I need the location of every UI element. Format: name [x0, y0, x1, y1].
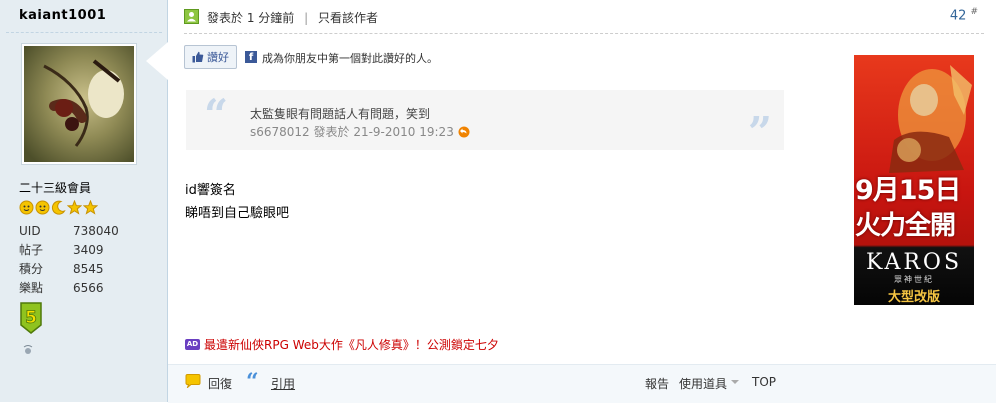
stat-value: 6566 — [73, 281, 104, 295]
author-divider — [6, 32, 162, 33]
banner-brand: KAROS — [865, 250, 963, 275]
ad-badge-icon: AD — [185, 339, 200, 350]
post-meta: 發表於 1 分鐘前 | 只看該作者 — [207, 9, 378, 26]
thumbs-up-icon — [192, 51, 204, 63]
reply-button[interactable]: 回復 — [208, 375, 232, 392]
star-icon — [67, 200, 82, 215]
author-stats: UID 738040 帖子 3409 積分 8545 樂點 6566 — [19, 222, 119, 298]
quote-icon[interactable]: “ — [246, 371, 259, 393]
post-message: id響簽名 睇唔到自己驗眼吧 — [185, 179, 289, 225]
member-rank[interactable]: 二十三級會員 — [19, 179, 91, 196]
stat-row-credits: 樂點 6566 — [19, 279, 119, 298]
stat-value[interactable]: 3409 — [73, 241, 104, 260]
stat-label: 帖子 — [19, 243, 44, 257]
ad-link[interactable]: 最遣新仙俠RPG Web大作《凡人修真》！公測鎖定七夕 — [204, 336, 499, 353]
stat-label: UID — [19, 224, 41, 238]
rank-stars — [19, 200, 98, 215]
online-status-icon — [184, 9, 199, 24]
chevron-down-icon[interactable] — [731, 380, 739, 384]
author-sidebar: kaiant1001 二十三級會員 UID 738040 帖子 3409 積分 … — [0, 0, 168, 402]
only-author-link[interactable]: 只看該作者 — [318, 11, 378, 25]
author-name[interactable]: kaiant1001 — [19, 8, 106, 23]
svg-text:5: 5 — [25, 308, 37, 328]
star-icon — [83, 200, 98, 215]
stat-value[interactable]: 738040 — [73, 222, 119, 241]
sun-icon — [19, 200, 34, 215]
avatar[interactable] — [21, 43, 137, 165]
quote-author-time: s6678012 發表於 21-9-2010 19:23 — [250, 125, 454, 139]
like-button[interactable]: 讚好 — [184, 45, 237, 69]
back-to-top-button[interactable]: TOP — [752, 375, 776, 389]
satellite-icon[interactable] — [22, 344, 34, 356]
stat-row-uid: UID 738040 — [19, 222, 119, 241]
banner-slogan: 火力全開 — [855, 211, 956, 241]
facebook-icon: f — [245, 51, 257, 63]
like-label: 讚好 — [207, 51, 229, 64]
bubble-pointer — [146, 42, 168, 80]
stat-row-posts: 帖子 3409 — [19, 241, 119, 260]
meta-separator: | — [304, 11, 309, 25]
header-divider — [184, 33, 984, 34]
open-quote-icon: “ — [204, 90, 229, 139]
use-tools-menu[interactable]: 使用道具 — [679, 375, 727, 392]
moon-icon — [51, 200, 66, 215]
message-line: 睇唔到自己驗眼吧 — [185, 206, 290, 221]
posted-label: 發表於 — [207, 11, 244, 25]
banner-date: 9月15日 — [855, 175, 961, 206]
stat-label: 樂點 — [19, 281, 44, 295]
stat-value: 8545 — [73, 262, 104, 276]
stat-label: 積分 — [19, 262, 44, 276]
report-button[interactable]: 報告 — [645, 375, 669, 392]
go-to-post-icon[interactable] — [458, 126, 470, 138]
quote-button[interactable]: 引用 — [271, 375, 295, 392]
banner-subtitle: 眾神世紀 — [894, 275, 934, 284]
facebook-like-text: 成為你朋友中第一個對此讚好的人。 — [262, 52, 438, 65]
message-line: id響簽名 — [185, 183, 236, 198]
quote-block: “ 太監隻眼有問題話人有問題，笑到 s6678012 發表於 21-9-2010… — [186, 90, 784, 154]
quote-text: 太監隻眼有問題話人有問題，笑到 — [250, 107, 431, 121]
banner-tag: 大型改版 — [887, 290, 940, 305]
floor-value[interactable]: 42 — [950, 8, 967, 23]
avatar-image — [24, 46, 134, 162]
quote-meta: s6678012 發表於 21-9-2010 19:23 — [250, 123, 470, 140]
stat-row-points: 積分 8545 — [19, 260, 119, 279]
posted-time: 1 分鐘前 — [246, 11, 295, 25]
reply-icon[interactable] — [185, 374, 201, 388]
sun-icon — [35, 200, 50, 215]
post-header: 發表於 1 分鐘前 | 只看該作者 42 # — [168, 0, 996, 32]
floor-number[interactable]: 42 # — [950, 7, 978, 23]
text-ad: AD 最遣新仙俠RPG Web大作《凡人修真》！公測鎖定七夕 — [185, 336, 499, 353]
banner-ad[interactable]: 9月15日 火力全開 KAROS 眾神世紀 大型改版 — [854, 55, 974, 305]
post-actions-bar: 回復 “ 引用 報告 使用道具 TOP — [168, 364, 996, 403]
close-quote-icon: ” — [747, 108, 772, 157]
medal-icon[interactable]: 5 — [18, 301, 44, 335]
floor-mark: # — [970, 7, 978, 17]
